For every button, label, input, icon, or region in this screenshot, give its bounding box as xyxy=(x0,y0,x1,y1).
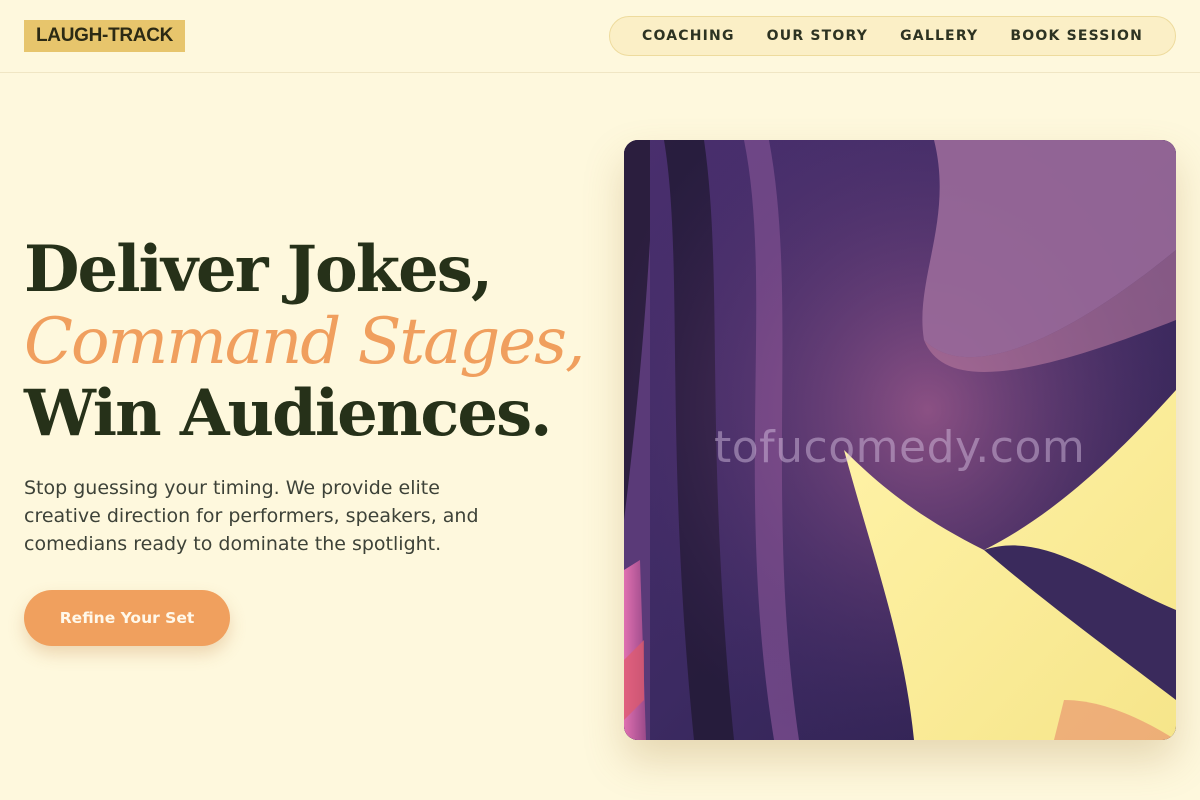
hero-subtext: Stop guessing your timing. We provide el… xyxy=(24,477,479,555)
nav-our-story[interactable]: OUR STORY xyxy=(767,28,868,44)
logo[interactable]: LAUGH-TRACK xyxy=(24,20,186,52)
headline-line-1: Deliver Jokes, xyxy=(24,232,493,307)
headline-line-2: Command Stages, xyxy=(24,305,585,379)
hero-image: tofucomedy.com xyxy=(624,140,1176,740)
main-nav: COACHING OUR STORY GALLERY BOOK SESSION xyxy=(609,16,1176,56)
refine-set-button[interactable]: Refine Your Set xyxy=(24,590,230,646)
headline-line-3: Win Audiences. xyxy=(24,376,552,451)
hero-headline: Deliver Jokes, Command Stages, Win Audie… xyxy=(24,234,604,450)
image-watermark: tofucomedy.com xyxy=(714,422,1086,473)
site-header: LAUGH-TRACK COACHING OUR STORY GALLERY B… xyxy=(0,0,1200,73)
nav-gallery[interactable]: GALLERY xyxy=(900,28,978,44)
nav-book-session[interactable]: BOOK SESSION xyxy=(1010,28,1143,44)
nav-coaching[interactable]: COACHING xyxy=(642,28,735,44)
